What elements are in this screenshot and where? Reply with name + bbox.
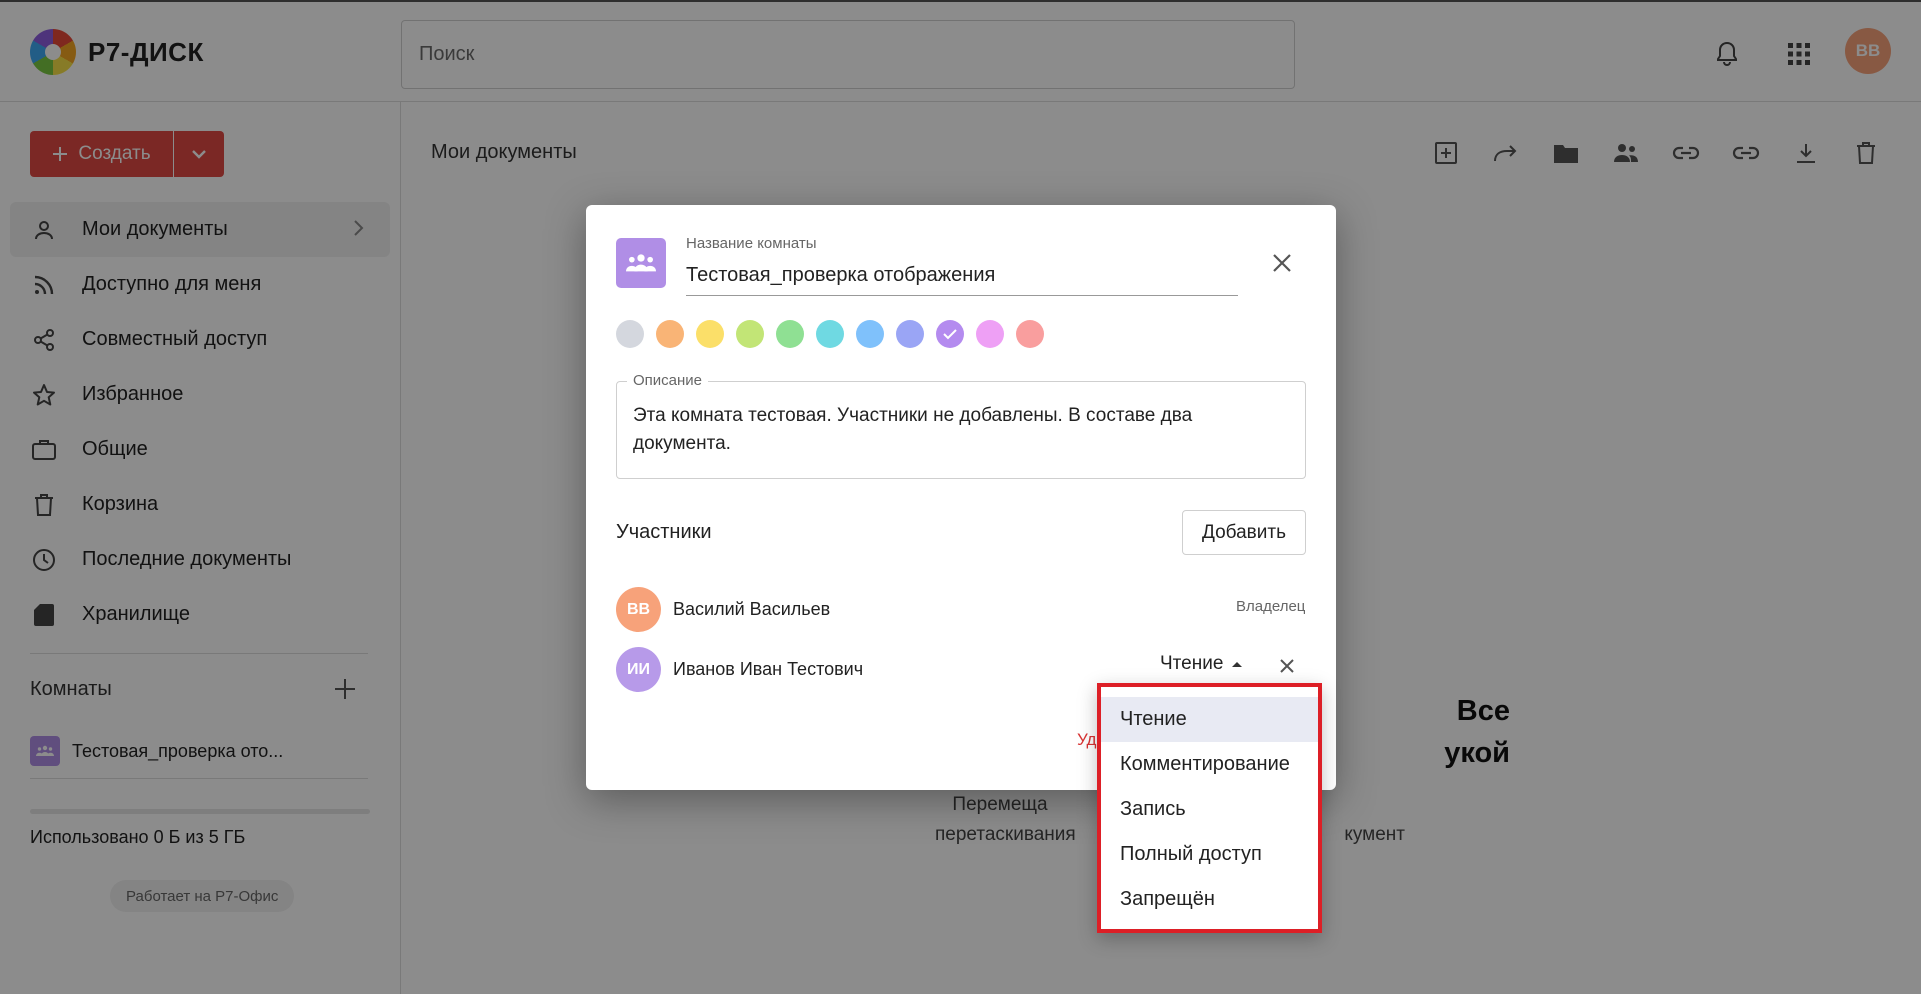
description-label: Описание xyxy=(627,372,709,389)
owner-role-label: Владелец xyxy=(1236,598,1306,615)
role-option-full-access[interactable]: Полный доступ xyxy=(1101,832,1318,877)
role-dropdown-menu: Чтение Комментирование Запись Полный дос… xyxy=(1097,683,1322,933)
color-swatch[interactable] xyxy=(896,320,924,348)
add-member-button[interactable]: Добавить xyxy=(1182,510,1306,555)
member-name: Василий Васильев xyxy=(673,599,831,619)
color-swatch[interactable] xyxy=(936,320,964,348)
color-swatch[interactable] xyxy=(776,320,804,348)
close-icon[interactable] xyxy=(1268,249,1296,277)
delete-room-link[interactable]: Уд xyxy=(1077,730,1096,750)
room-name-label: Название комнаты xyxy=(686,235,817,252)
color-swatch[interactable] xyxy=(616,320,644,348)
color-swatch[interactable] xyxy=(856,320,884,348)
member-name: Иванов Иван Тестович xyxy=(673,659,864,679)
color-swatch[interactable] xyxy=(1016,320,1044,348)
caret-up-icon xyxy=(1232,662,1243,667)
member-row: ВВ Василий Васильев xyxy=(616,587,830,632)
role-option-forbidden[interactable]: Запрещён xyxy=(1101,877,1318,922)
color-swatch[interactable] xyxy=(696,320,724,348)
room-name-input[interactable] xyxy=(686,256,1238,296)
member-role-select[interactable]: Чтение xyxy=(1160,653,1243,675)
role-select-value: Чтение xyxy=(1160,653,1224,674)
member-row: ИИ Иванов Иван Тестович xyxy=(616,647,863,692)
color-swatch[interactable] xyxy=(656,320,684,348)
member-avatar: ВВ xyxy=(616,587,661,632)
color-swatch[interactable] xyxy=(816,320,844,348)
description-text[interactable]: Эта комната тестовая. Участники не добав… xyxy=(633,402,1288,458)
color-picker xyxy=(616,320,1044,348)
role-option-comment[interactable]: Комментирование xyxy=(1101,742,1318,787)
role-option-write[interactable]: Запись xyxy=(1101,787,1318,832)
check-icon xyxy=(943,329,957,340)
members-title: Участники xyxy=(616,521,712,543)
role-option-read[interactable]: Чтение xyxy=(1101,697,1318,742)
room-group-icon[interactable] xyxy=(616,238,666,288)
color-swatch[interactable] xyxy=(736,320,764,348)
member-avatar: ИИ xyxy=(616,647,661,692)
color-swatch[interactable] xyxy=(976,320,1004,348)
description-field[interactable]: Описание Эта комната тестовая. Участники… xyxy=(616,372,1306,479)
remove-member-icon[interactable] xyxy=(1275,654,1299,678)
